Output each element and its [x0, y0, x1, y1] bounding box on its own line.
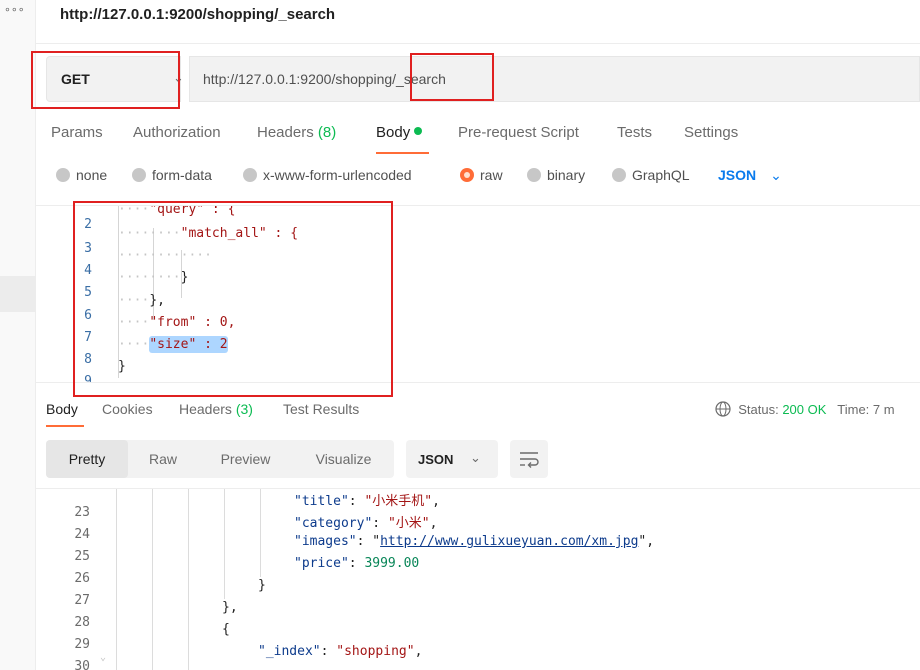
view-pretty-button[interactable]: Pretty — [46, 440, 128, 478]
image-url-link[interactable]: http://www.gulixueyuan.com/xm.jpg — [380, 534, 638, 549]
code-line: 25 "images": "http://www.gulixueyuan.com… — [74, 534, 655, 564]
tab-test-results[interactable]: Test Results — [283, 401, 359, 417]
radio-none[interactable]: none — [56, 167, 107, 183]
request-title-bar: http://127.0.0.1:9200/shopping/_search — [36, 0, 920, 44]
code-line: 3 ········"match_all" : { — [84, 226, 299, 256]
radio-binary[interactable]: binary — [527, 167, 585, 183]
body-modified-dot-icon — [414, 127, 423, 135]
code-line: 5 ········} — [84, 270, 189, 300]
tab-cookies[interactable]: Cookies — [102, 401, 153, 417]
code-line: 8 ····"size" : 2 — [84, 336, 228, 367]
view-preview-button[interactable]: Preview — [198, 440, 293, 478]
method-select[interactable]: GET ⌄ — [46, 56, 184, 102]
code-line: 27 } — [74, 578, 266, 608]
tab-settings[interactable]: Settings — [684, 124, 738, 141]
tab-body[interactable]: Body — [376, 124, 423, 141]
view-raw-button[interactable]: Raw — [128, 440, 198, 478]
view-visualize-button[interactable]: Visualize — [293, 440, 394, 478]
code-line: 26 "price": 3999.00 — [74, 556, 420, 586]
active-tab-underline — [46, 425, 84, 427]
response-time: Time: 7 m — [837, 402, 895, 417]
radio-form-data[interactable]: form-data — [132, 167, 212, 183]
request-workspace: http://127.0.0.1:9200/shopping/_search G… — [31, 0, 920, 670]
radio-x-www-form-urlencoded[interactable]: x-www-form-urlencoded — [243, 167, 412, 183]
code-line: 23 "title": "小米手机", — [74, 494, 440, 520]
sidebar: ∘∘∘ — [0, 0, 36, 670]
globe-icon[interactable] — [715, 401, 731, 417]
request-body-editor[interactable]: 2 ····"query" : { 3 ········"match_all" … — [36, 205, 920, 383]
code-line: 4 ············ — [84, 248, 212, 278]
wrap-lines-icon — [520, 452, 539, 468]
method-label: GET — [61, 71, 90, 87]
tab-response-headers[interactable]: Headers (3) — [179, 401, 253, 417]
response-tabs: Body Cookies Headers (3) Test Results St… — [46, 401, 920, 427]
response-body-viewer[interactable]: 23 "title": "小米手机", 24 "category": "小米",… — [36, 488, 920, 670]
chevron-down-icon: ⌄ — [770, 167, 782, 183]
code-line: 24 "category": "小米", — [74, 516, 438, 542]
status-code: 200 OK — [782, 402, 827, 417]
url-text: http://127.0.0.1:9200/shopping/_search — [203, 71, 446, 87]
chevron-down-icon: ⌄ — [470, 450, 481, 465]
tab-response-body[interactable]: Body — [46, 401, 78, 417]
code-line: 29 ⌄ { — [74, 622, 230, 663]
request-title[interactable]: http://127.0.0.1:9200/shopping/_search — [60, 6, 335, 23]
body-format-select[interactable]: JSON ⌄ — [718, 167, 782, 184]
sidebar-selected-item[interactable] — [0, 276, 36, 312]
selected-text: "size" : 2 — [149, 336, 228, 353]
radio-graphql[interactable]: GraphQL — [612, 167, 690, 183]
response-format-select[interactable]: JSON ⌄ — [406, 440, 498, 478]
active-tab-underline — [376, 152, 429, 154]
code-line: 2 ····"query" : { — [84, 205, 236, 232]
chevron-down-icon: ⌄ — [173, 70, 184, 85]
code-line: 30 "_index": "shopping", — [74, 644, 423, 670]
view-mode-switch: Pretty Raw Preview Visualize — [46, 440, 394, 478]
radio-raw[interactable]: raw — [460, 167, 503, 183]
url-input[interactable]: http://127.0.0.1:9200/shopping/_search — [189, 56, 920, 102]
code-line: 6 ····}, — [84, 293, 165, 323]
code-line: 28 }, — [74, 600, 238, 630]
tab-authorization[interactable]: Authorization — [133, 124, 221, 141]
more-dots-icon[interactable]: ∘∘∘ — [4, 3, 25, 16]
code-line: 9 } — [84, 359, 126, 383]
tab-pre-request-script[interactable]: Pre-request Script — [458, 124, 579, 141]
status-bar: Status: 200 OK Time: 7 m — [715, 401, 895, 417]
tab-params[interactable]: Params — [51, 124, 103, 141]
tab-headers[interactable]: Headers (8) — [257, 124, 336, 141]
code-line: 7 ····"from" : 0, — [84, 315, 236, 345]
wrap-lines-button[interactable] — [510, 440, 548, 478]
headers-count: (8) — [317, 124, 337, 141]
tab-tests[interactable]: Tests — [617, 124, 652, 141]
